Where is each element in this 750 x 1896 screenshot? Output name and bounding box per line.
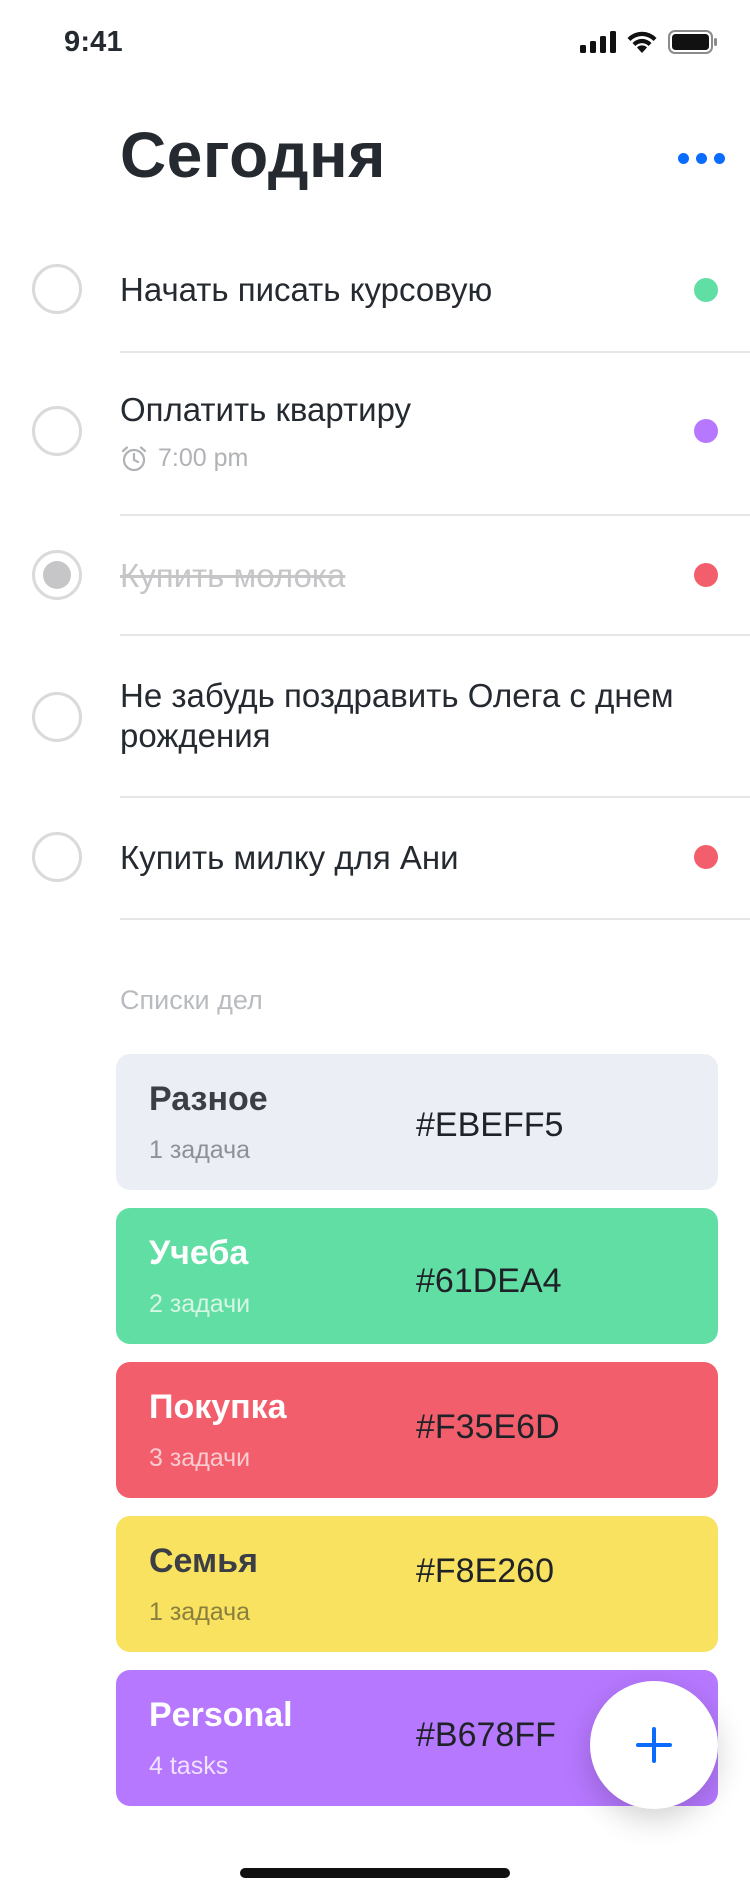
task-item[interactable]: Начать писать курсовую	[0, 258, 750, 354]
list-name: Учеба	[149, 1234, 249, 1272]
task-item[interactable]: Не забудь поздравить Олега с днем рожден…	[0, 636, 750, 798]
task-checkbox[interactable]	[32, 264, 82, 314]
task-title: Купить молока	[120, 557, 346, 594]
task-checkbox[interactable]	[32, 692, 82, 742]
lists-section-label: Списки дел	[120, 985, 263, 1015]
list-count: 3 задачи	[149, 1444, 251, 1472]
task-item[interactable]: Купить молока	[0, 516, 750, 636]
task-time: 7:00 pm	[158, 444, 249, 472]
cellular-signal-icon	[580, 31, 616, 53]
list-name: Personal	[149, 1696, 293, 1734]
alarm-clock-icon	[121, 445, 147, 471]
task-color-dot	[694, 563, 718, 587]
task-checkbox[interactable]	[32, 406, 82, 456]
home-indicator	[240, 1868, 510, 1878]
task-color-dot	[694, 419, 718, 443]
list-card-family[interactable]: Семья 1 задача #F8E260	[116, 1516, 718, 1652]
list-card-shopping[interactable]: Покупка 3 задачи #F35E6D	[116, 1362, 718, 1498]
divider	[120, 918, 750, 920]
add-task-button[interactable]	[590, 1681, 718, 1809]
status-time: 9:41	[64, 26, 123, 58]
list-name: Покупка	[149, 1388, 287, 1426]
list-hex-code: #EBEFF5	[416, 1106, 564, 1144]
task-color-dot	[694, 845, 718, 869]
divider	[120, 351, 750, 353]
list-card-misc[interactable]: Разное 1 задача #EBEFF5	[116, 1054, 718, 1190]
list-count: 1 задача	[149, 1136, 251, 1164]
task-title: Купить милку для Ани	[120, 839, 459, 876]
task-reminder: 7:00 pm	[120, 444, 248, 473]
list-hex-code: #F35E6D	[416, 1408, 560, 1446]
list-hex-code: #61DEA4	[416, 1262, 562, 1300]
list-card-study[interactable]: Учеба 2 задачи #61DEA4	[116, 1208, 718, 1344]
list-count: 4 tasks	[149, 1752, 229, 1780]
task-item[interactable]: Оплатить квартиру 7:00 pm	[0, 354, 750, 516]
task-title: Оплатить квартиру	[120, 391, 412, 428]
list-name: Семья	[149, 1542, 258, 1580]
page-title: Сегодня	[120, 119, 386, 191]
wifi-icon	[627, 31, 657, 53]
more-dots-icon	[678, 152, 689, 164]
list-name: Разное	[149, 1080, 268, 1118]
task-checkbox[interactable]	[32, 832, 82, 882]
task-checkbox-checked[interactable]	[32, 550, 82, 600]
plus-icon	[636, 1727, 672, 1763]
list-hex-code: #F8E260	[416, 1552, 554, 1590]
more-options-button[interactable]	[678, 150, 726, 166]
list-hex-code: #B678FF	[416, 1716, 556, 1754]
list-count: 2 задачи	[149, 1290, 251, 1318]
task-color-dot	[694, 278, 718, 302]
battery-icon	[668, 30, 717, 54]
task-title: Не забудь поздравить Олега с днем рожден…	[120, 677, 674, 754]
list-count: 1 задача	[149, 1598, 251, 1626]
task-item[interactable]: Купить милку для Ани	[0, 798, 750, 920]
status-icons	[580, 30, 718, 54]
task-title: Начать писать курсовую	[120, 271, 493, 308]
